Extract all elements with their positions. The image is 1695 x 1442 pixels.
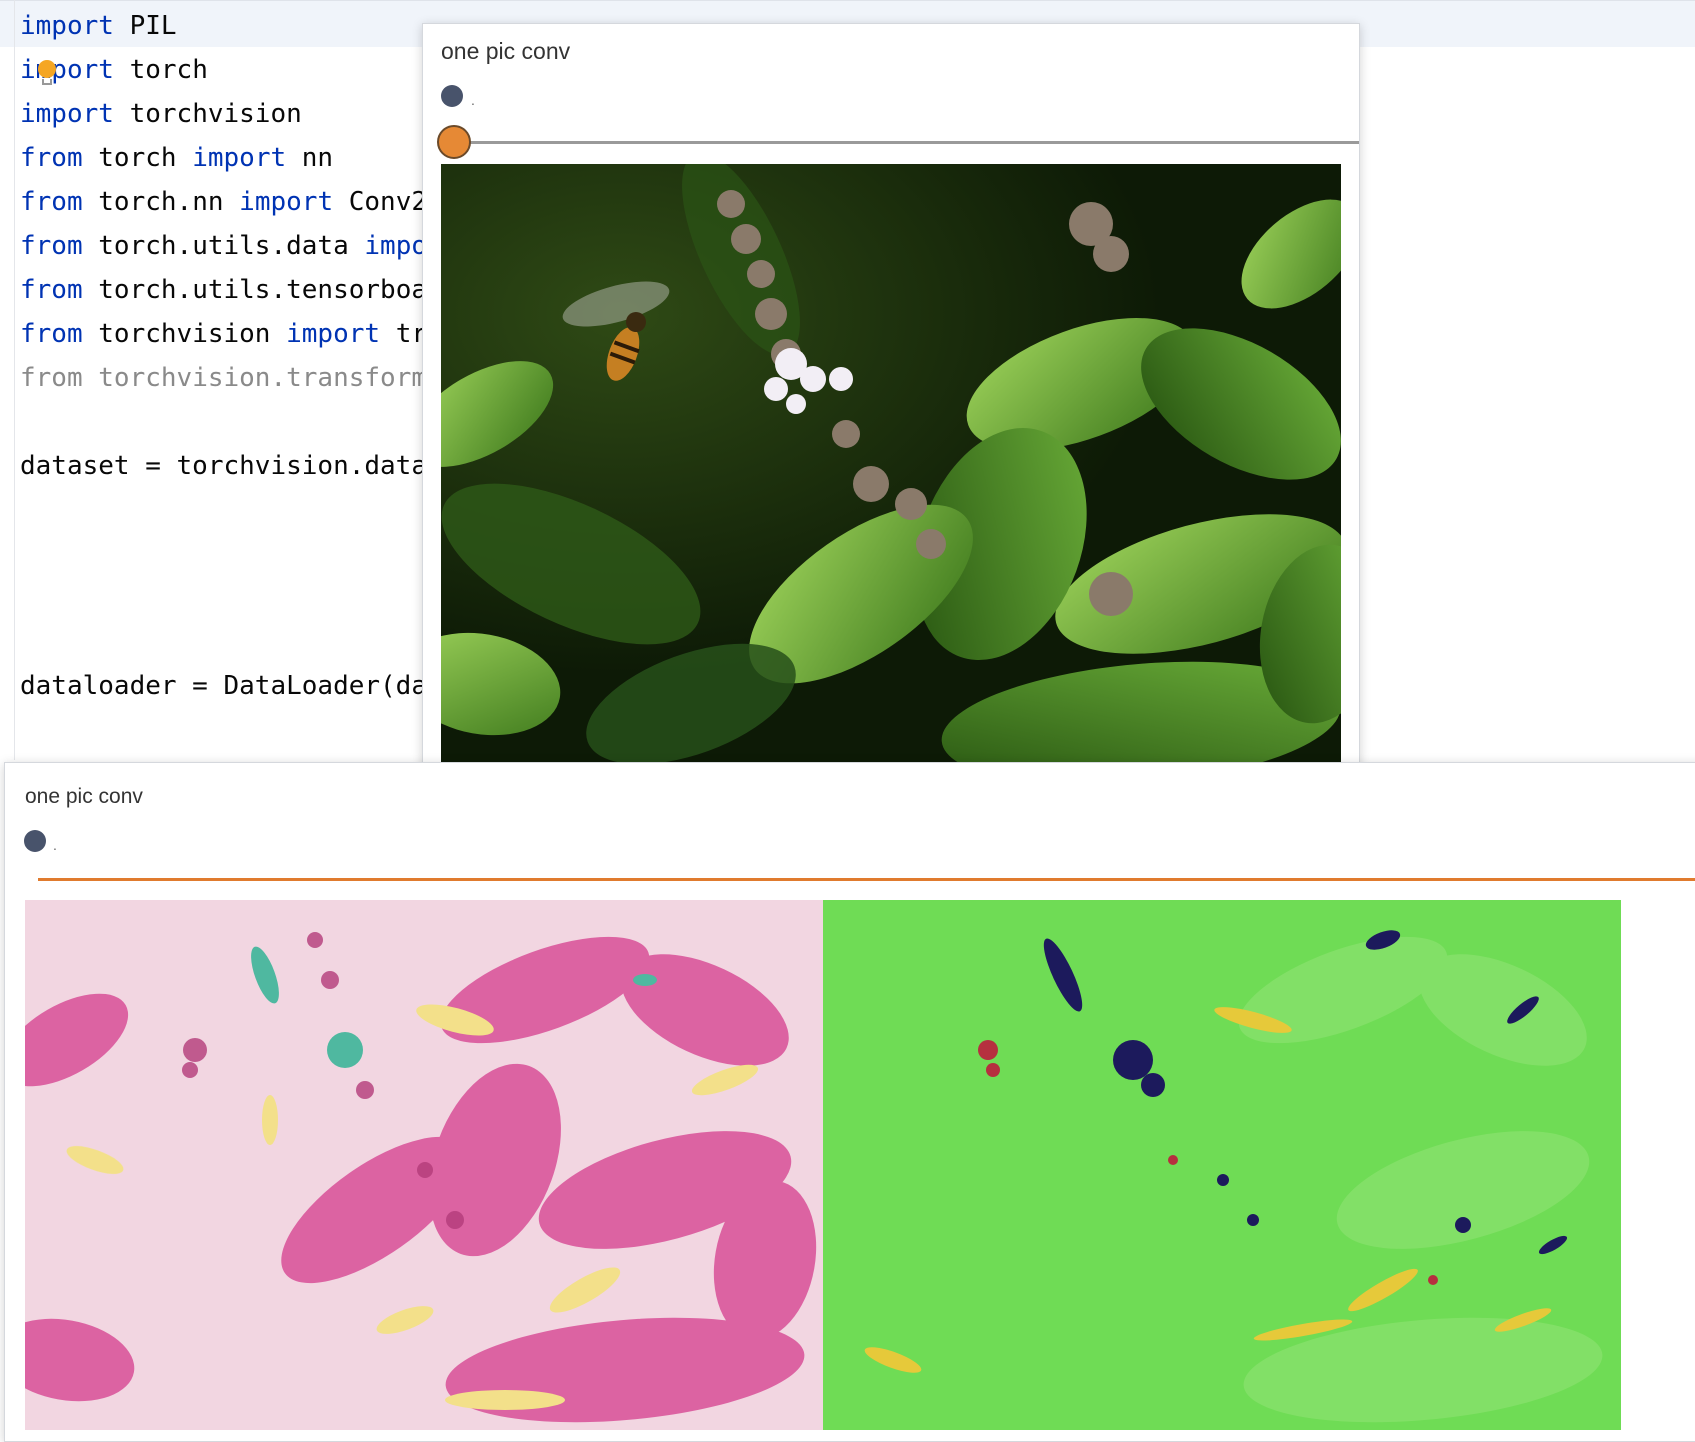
code-line[interactable]: import torchvision (20, 92, 427, 136)
code-token: nn (286, 143, 334, 173)
code-line[interactable] (20, 532, 427, 576)
code-token: torchvision (113, 99, 302, 129)
code-keyword: import (239, 187, 334, 217)
image-window-feature-maps[interactable]: one pic conv . (4, 762, 1695, 1442)
status-dot (441, 85, 463, 107)
code-keyword: from (20, 231, 83, 261)
code-token: PIL (113, 11, 177, 41)
code-token: tr (380, 319, 428, 349)
code-keyword: from (20, 143, 83, 173)
code-keyword: import (286, 319, 381, 349)
code-line[interactable]: from torch.nn import Conv2 (20, 180, 427, 224)
code-line[interactable]: from torch import nn (20, 136, 427, 180)
code-line[interactable]: import torch (20, 48, 427, 92)
code-keyword: from (20, 363, 83, 393)
code-keyword: impo (364, 231, 428, 261)
status-dot (24, 830, 46, 852)
code-line[interactable]: dataloader = DataLoader(da (20, 664, 427, 708)
code-line[interactable] (20, 488, 427, 532)
orange-divider (38, 878, 1695, 881)
photo-bee-basil (441, 164, 1341, 764)
code-line[interactable]: import PIL (20, 4, 427, 48)
code-token: Conv2 (333, 187, 428, 217)
code-text[interactable]: import PIL import torch import torchvision… (20, 4, 427, 708)
code-keyword: from (20, 319, 83, 349)
code-token: torch (113, 55, 208, 85)
code-line[interactable]: from torchvision import tr (20, 312, 427, 356)
code-token: torchvision.transform (82, 363, 427, 393)
lightbulb-base (42, 79, 52, 85)
slider-track[interactable] (441, 141, 1359, 144)
code-line[interactable]: from torch.utils.data impo (20, 224, 427, 268)
gutter-divider (14, 0, 15, 760)
code-line[interactable] (20, 400, 427, 444)
code-token: torch.utils.data (82, 231, 365, 261)
code-line[interactable]: from torch.utils.tensorboa (20, 268, 427, 312)
window-title: one pic conv (25, 785, 143, 808)
code-keyword: from (20, 187, 83, 217)
slider-handle[interactable] (437, 125, 471, 159)
code-line[interactable] (20, 576, 427, 620)
code-keyword: import (20, 99, 114, 129)
code-keyword: from (20, 275, 83, 305)
status-dot-label: . (53, 837, 57, 853)
lightbulb-icon[interactable] (38, 60, 56, 78)
status-dot-label: . (471, 92, 475, 108)
code-line[interactable] (20, 620, 427, 664)
code-line[interactable]: from torchvision.transform (20, 356, 427, 400)
code-token: torch (82, 143, 193, 173)
feature-map-magenta (25, 900, 823, 1430)
code-keyword: import (20, 11, 114, 41)
code-keyword: import (20, 55, 114, 85)
code-line[interactable]: dataset = torchvision.data (20, 444, 427, 488)
code-token: torch.utils.tensorboa (82, 275, 427, 305)
code-token: dataset = torchvision.data (20, 451, 427, 481)
code-token: dataloader = DataLoader(da (20, 671, 427, 701)
code-token: torch.nn (82, 187, 240, 217)
code-keyword: import (192, 143, 287, 173)
code-token: torchvision (82, 319, 287, 349)
window-title: one pic conv (441, 38, 571, 64)
feature-map-green (823, 900, 1621, 1430)
image-window-original[interactable]: one pic conv . (422, 23, 1360, 782)
